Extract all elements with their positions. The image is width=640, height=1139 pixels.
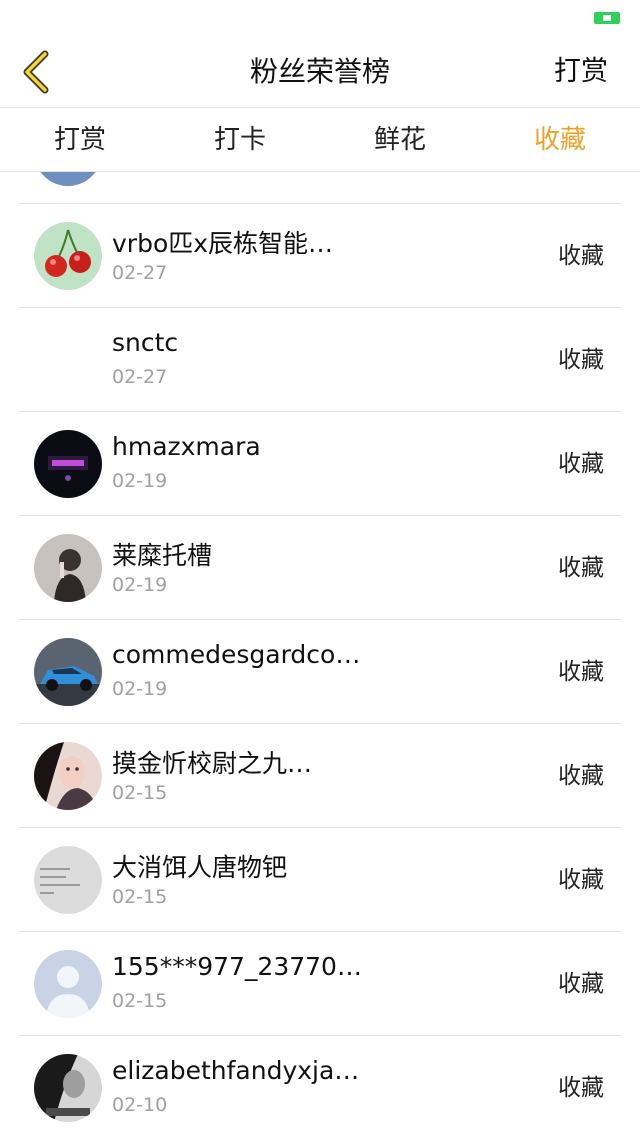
woman-photo-avatar: [34, 742, 102, 810]
row-date: 02-19: [112, 574, 168, 596]
chevron-left-icon: [23, 50, 49, 94]
fan-list[interactable]: vrbo匹x辰栋智能… 02-27 收藏 snctc 02-27 收藏 hmaz…: [0, 172, 640, 1139]
list-item[interactable]: 大消饵人唐物钯 02-15 收藏: [0, 828, 640, 932]
list-item[interactable]: elizabethfandyxja… 02-10 收藏: [0, 1036, 640, 1139]
bw-photo-avatar: [34, 1054, 102, 1122]
row-action: 收藏: [558, 347, 604, 373]
row-action: 收藏: [558, 971, 604, 997]
status-bar: [0, 0, 640, 36]
list-item[interactable]: commedesgardco… 02-19 收藏: [0, 620, 640, 724]
row-action: 收藏: [558, 243, 604, 269]
row-action: 收藏: [558, 659, 604, 685]
list-item[interactable]: 莱糜托槽 02-19 收藏: [0, 516, 640, 620]
row-date: 02-19: [112, 470, 168, 492]
row-date: 02-27: [112, 262, 168, 284]
blank-avatar: [34, 326, 102, 394]
row-action: 收藏: [558, 555, 604, 581]
row-action: 收藏: [558, 451, 604, 477]
battery-icon: [594, 12, 620, 24]
list-item[interactable]: 摸金忻校尉之九… 02-15 收藏: [0, 724, 640, 828]
user-name: vrbo匹x辰栋智能…: [112, 229, 334, 258]
tab-checkin[interactable]: 打卡: [160, 108, 320, 171]
nav-bar: 粉丝荣誉榜 打赏: [0, 36, 640, 108]
cherry-avatar: [34, 222, 102, 290]
dark-logo-avatar: [34, 430, 102, 498]
tab-favorites[interactable]: 收藏: [480, 108, 640, 171]
portrait-avatar: [34, 534, 102, 602]
back-button[interactable]: [12, 48, 58, 96]
default-user-avatar: [34, 950, 102, 1018]
page-title: 粉丝荣誉榜: [249, 55, 390, 88]
row-date: 02-15: [112, 782, 168, 804]
tab-bar: 打赏 打卡 鲜花 收藏: [0, 108, 640, 172]
blue-car-avatar: [34, 638, 102, 706]
text-image-avatar: [34, 846, 102, 914]
row-date: 02-15: [112, 990, 168, 1012]
reward-button[interactable]: 打赏: [554, 36, 608, 108]
blue-round-avatar: [34, 172, 102, 186]
list-item[interactable]: [0, 172, 640, 204]
tab-reward[interactable]: 打赏: [0, 108, 160, 171]
user-name: hmazxmara: [112, 432, 261, 461]
row-date: 02-19: [112, 678, 168, 700]
user-name: 大消饵人唐物钯: [112, 853, 288, 882]
list-item[interactable]: vrbo匹x辰栋智能… 02-27 收藏: [0, 204, 640, 308]
tab-flowers[interactable]: 鲜花: [320, 108, 480, 171]
row-action: 收藏: [558, 867, 604, 893]
row-action: 收藏: [558, 763, 604, 789]
user-name: snctc: [112, 328, 179, 357]
row-action: 收藏: [558, 1075, 604, 1101]
user-name: 摸金忻校尉之九…: [112, 749, 313, 778]
row-date: 02-15: [112, 886, 168, 908]
list-item[interactable]: hmazxmara 02-19 收藏: [0, 412, 640, 516]
row-date: 02-10: [112, 1094, 168, 1116]
user-name: commedesgardco…: [112, 640, 361, 669]
row-date: 02-27: [112, 366, 168, 388]
user-name: elizabethfandyxja…: [112, 1056, 360, 1085]
list-item[interactable]: snctc 02-27 收藏: [0, 308, 640, 412]
user-name: 155***977_23770…: [112, 952, 362, 981]
user-name: 莱糜托槽: [112, 541, 213, 570]
list-item[interactable]: 155***977_23770… 02-15 收藏: [0, 932, 640, 1036]
